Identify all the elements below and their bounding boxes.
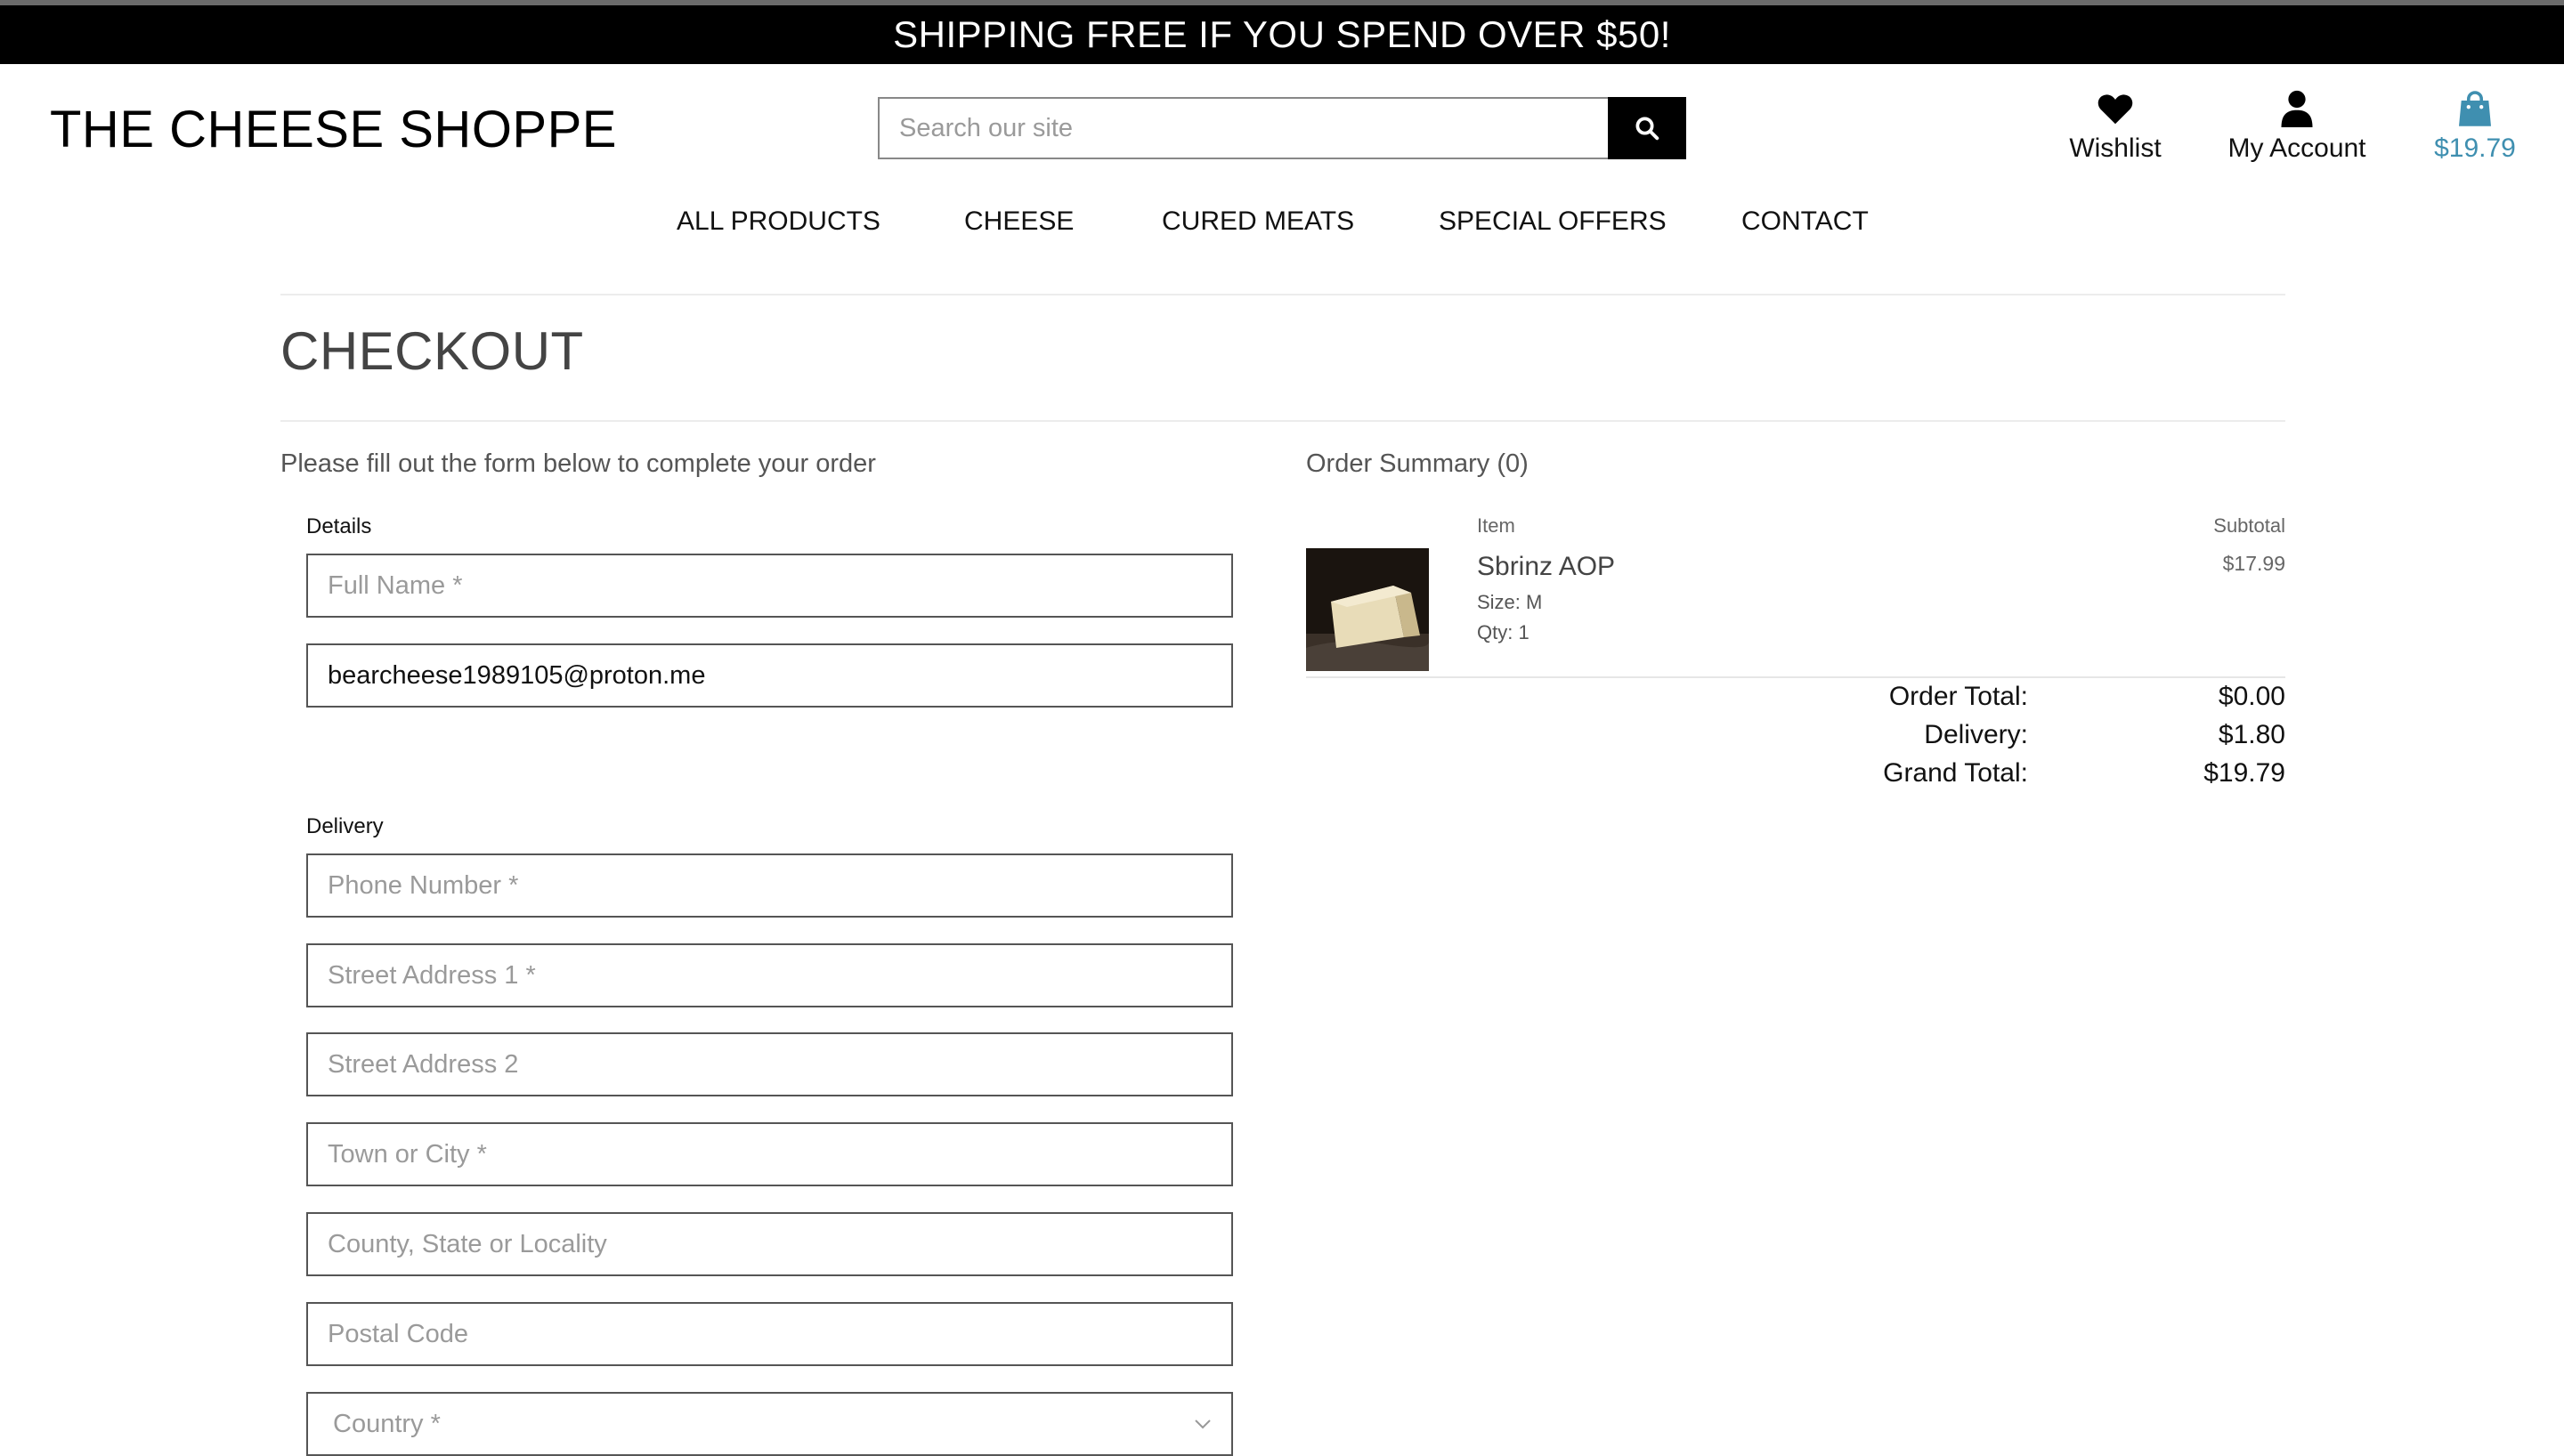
heart-icon bbox=[2097, 94, 2133, 125]
bag-total: $19.79 bbox=[2434, 133, 2516, 163]
product-thumbnail[interactable] bbox=[1306, 548, 1429, 671]
chevron-down-icon bbox=[1195, 1420, 1211, 1429]
shopping-bag-icon bbox=[2459, 91, 2491, 126]
main-nav: ALL PRODUCTS CHEESE CURED MEATS SPECIAL … bbox=[0, 206, 2564, 242]
order-summary-title: Order Summary (0) bbox=[1306, 449, 1529, 478]
town-city-field[interactable] bbox=[306, 1122, 1233, 1186]
street-address-1-field[interactable] bbox=[306, 943, 1233, 1007]
divider bbox=[1306, 676, 2285, 678]
country-select[interactable]: Country * bbox=[306, 1392, 1233, 1456]
shopping-bag-link[interactable]: $19.79 bbox=[2422, 89, 2528, 164]
shipping-banner: SHIPPING FREE IF YOU SPEND OVER $50! bbox=[0, 5, 2564, 64]
nav-cured-meats[interactable]: CURED MEATS bbox=[1162, 206, 1354, 237]
details-label: Details bbox=[306, 514, 372, 538]
checkout-intro: Please fill out the form below to comple… bbox=[280, 449, 876, 478]
search-icon bbox=[1635, 117, 1659, 141]
grand-total-value: $19.79 bbox=[2203, 758, 2285, 788]
divider bbox=[280, 420, 2285, 422]
grand-total-label: Grand Total: bbox=[1883, 758, 2028, 788]
product-qty: Qty: 1 bbox=[1477, 621, 1529, 643]
phone-field[interactable] bbox=[306, 853, 1233, 918]
page-title: CHECKOUT bbox=[280, 321, 584, 381]
street-address-2-field[interactable] bbox=[306, 1032, 1233, 1096]
email-field[interactable] bbox=[306, 643, 1233, 708]
order-total-value: $0.00 bbox=[2218, 682, 2285, 711]
product-subtotal: $17.99 bbox=[2222, 552, 2285, 575]
nav-special-offers[interactable]: SPECIAL OFFERS bbox=[1439, 206, 1667, 237]
user-icon bbox=[2281, 90, 2313, 127]
country-selected-value: Country * bbox=[333, 1409, 441, 1438]
shipping-banner-text: SHIPPING FREE IF YOU SPEND OVER $50! bbox=[893, 13, 1671, 55]
county-field[interactable] bbox=[306, 1212, 1233, 1276]
search-form bbox=[878, 97, 1686, 159]
product-size: Size: M bbox=[1477, 591, 1543, 613]
postal-code-field[interactable] bbox=[306, 1302, 1233, 1366]
site-logo[interactable]: THE CHEESE SHOPPE bbox=[50, 100, 617, 159]
col-subtotal-header: Subtotal bbox=[2213, 514, 2285, 537]
wishlist-link[interactable]: Wishlist bbox=[2062, 89, 2169, 164]
search-button[interactable] bbox=[1608, 97, 1686, 159]
search-input[interactable] bbox=[878, 97, 1608, 159]
nav-all-products[interactable]: ALL PRODUCTS bbox=[677, 206, 880, 237]
product-name[interactable]: Sbrinz AOP bbox=[1477, 552, 1615, 582]
my-account-link[interactable]: My Account bbox=[2215, 89, 2379, 164]
delivery-cost-value: $1.80 bbox=[2218, 720, 2285, 749]
nav-cheese[interactable]: CHEESE bbox=[964, 206, 1074, 237]
order-total-label: Order Total: bbox=[1888, 682, 2028, 711]
full-name-field[interactable] bbox=[306, 554, 1233, 618]
divider bbox=[280, 294, 2285, 295]
my-account-label: My Account bbox=[2227, 133, 2366, 163]
wishlist-label: Wishlist bbox=[2069, 133, 2162, 163]
delivery-cost-label: Delivery: bbox=[1924, 720, 2028, 749]
col-item-header: Item bbox=[1477, 514, 1515, 537]
delivery-label: Delivery bbox=[306, 814, 384, 838]
nav-contact[interactable]: CONTACT bbox=[1741, 206, 1869, 237]
